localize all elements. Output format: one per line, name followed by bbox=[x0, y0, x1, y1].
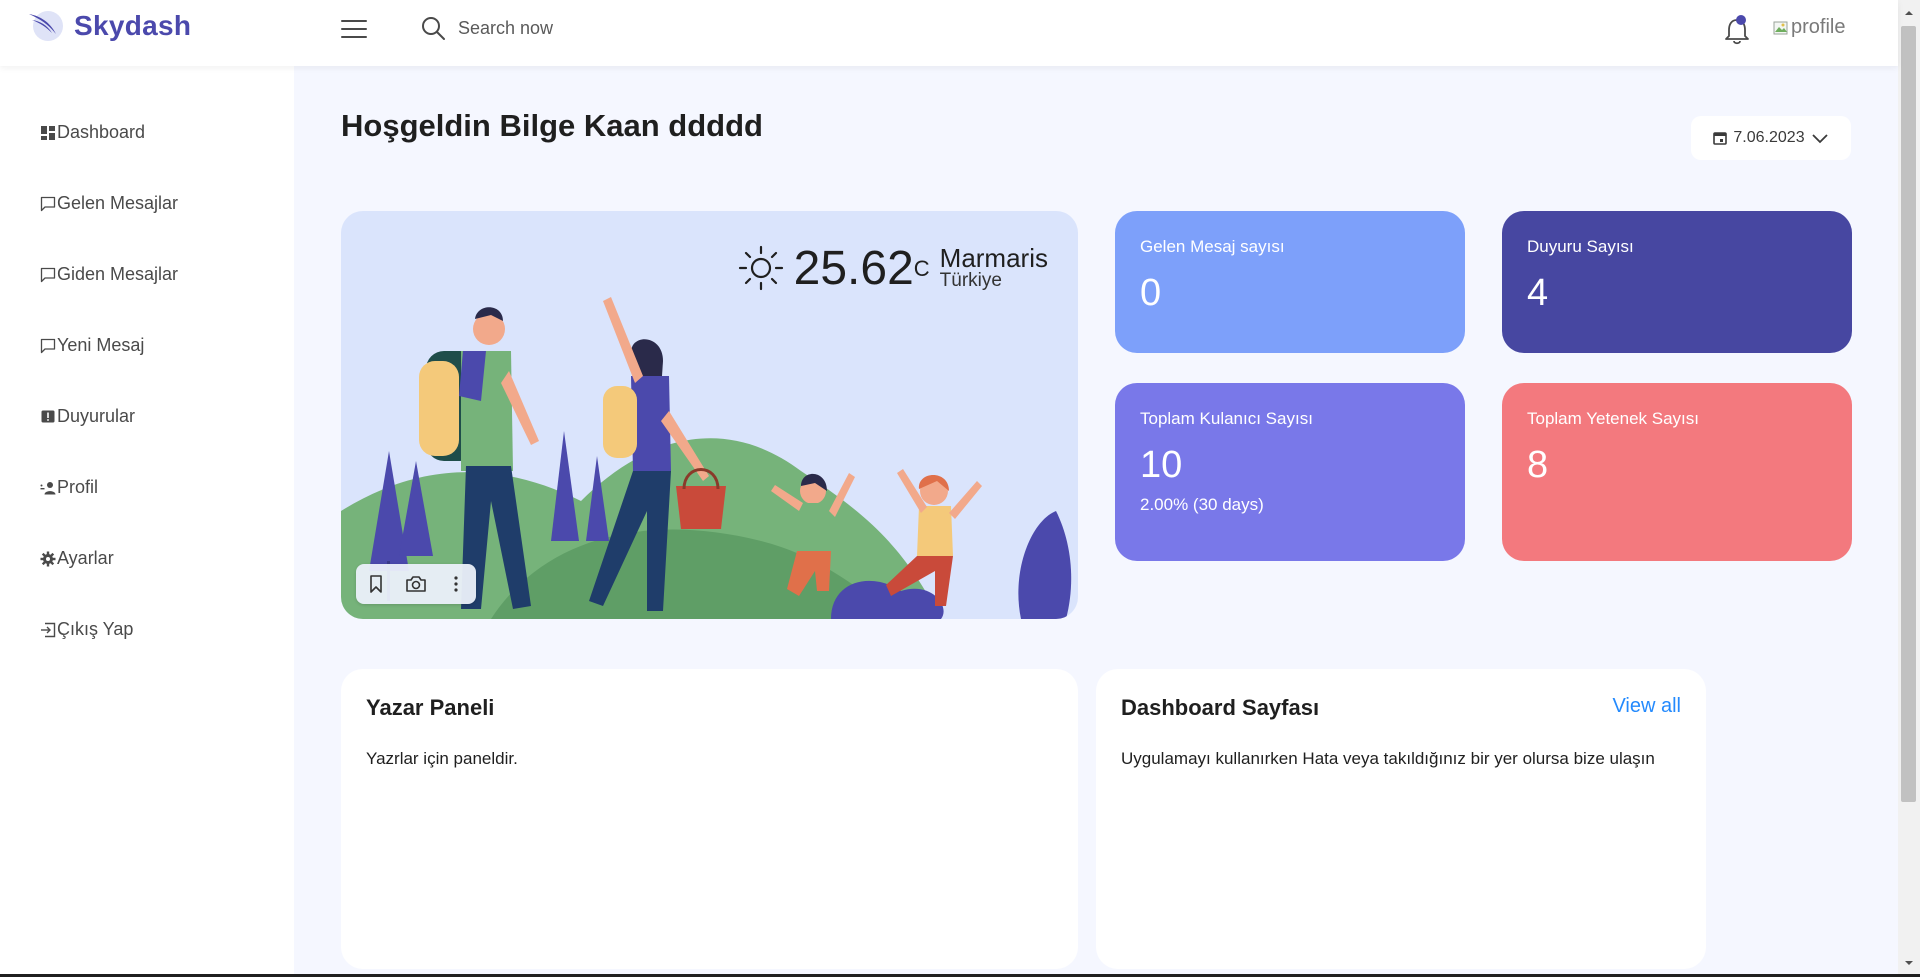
sidebar-item-label: Giden Mesajlar bbox=[57, 264, 179, 284]
page-title: Hoşgeldin Bilge Kaan ddddd bbox=[341, 108, 763, 143]
message-icon bbox=[40, 267, 56, 282]
stat-card-announcements: Duyuru Sayısı 4 bbox=[1502, 211, 1852, 353]
image-toolbar bbox=[356, 564, 476, 604]
stat-card-incoming-messages: Gelen Mesaj sayısı 0 bbox=[1115, 211, 1465, 353]
sidebar-item-cikis-yap[interactable]: Çıkış Yap bbox=[40, 619, 133, 640]
stat-card-total-skills: Toplam Yetenek Sayısı 8 bbox=[1502, 383, 1852, 561]
weather-hero-card: 25.62C Marmaris Türkiye bbox=[341, 211, 1078, 619]
scrollbar-thumb[interactable] bbox=[1901, 26, 1916, 802]
menu-icon-line bbox=[341, 20, 367, 22]
sidebar-item-label: Yeni Mesaj bbox=[57, 335, 145, 355]
stat-subtext: 2.00% (30 days) bbox=[1140, 495, 1264, 514]
temperature: 25.62C bbox=[794, 245, 930, 293]
bell-icon[interactable] bbox=[1723, 14, 1751, 46]
sidebar-item-label: Profil bbox=[57, 477, 99, 497]
weather-location: Marmaris Türkiye bbox=[940, 245, 1048, 291]
sidebar-item-label: Dashboard bbox=[57, 122, 146, 142]
sidebar-item-label: Ayarlar bbox=[57, 548, 114, 568]
menu-icon-line bbox=[341, 36, 367, 38]
stat-label: Toplam Kulanıcı Sayısı bbox=[1140, 409, 1313, 428]
date-value: 7.06.2023 bbox=[1733, 129, 1805, 146]
logout-icon bbox=[41, 622, 56, 637]
stat-value: 4 bbox=[1527, 272, 1549, 314]
sidebar-item-ayarlar[interactable]: Ayarlar bbox=[40, 548, 114, 569]
scroll-up-arrow-icon[interactable] bbox=[1904, 8, 1914, 18]
menu-icon-line bbox=[341, 28, 367, 30]
sidebar-item-label: Çıkış Yap bbox=[57, 619, 134, 639]
brand-name: Skydash bbox=[74, 10, 192, 41]
weather-country: Türkiye bbox=[939, 270, 1002, 291]
page-scrollbar[interactable] bbox=[1898, 0, 1920, 977]
sidebar-item-gelen-mesajlar[interactable]: Gelen Mesajlar bbox=[40, 193, 178, 214]
sidebar-item-label: Duyurular bbox=[57, 406, 136, 426]
sidebar-item-dashboard[interactable]: Dashboard bbox=[40, 122, 145, 143]
stat-label: Gelen Mesaj sayısı bbox=[1140, 237, 1285, 256]
message-icon bbox=[40, 196, 56, 211]
search-bar bbox=[420, 15, 678, 41]
stat-card-total-users: Toplam Kulanıcı Sayısı 10 2.00% (30 days… bbox=[1115, 383, 1465, 561]
message-icon bbox=[40, 338, 56, 353]
brand-logo-link[interactable]: Skydash bbox=[26, 8, 191, 44]
card-title: Dashboard Sayfası bbox=[1121, 695, 1320, 720]
sidebar-item-giden-mesajlar[interactable]: Giden Mesajlar bbox=[40, 264, 178, 285]
author-panel-card: Yazar Paneli Yazrlar için paneldir. bbox=[341, 669, 1078, 969]
weather-widget: 25.62C Marmaris Türkiye bbox=[738, 245, 1048, 293]
chevron-down-icon bbox=[1811, 134, 1828, 144]
dashboard-page-card: Dashboard Sayfası View all Uygulamayı ku… bbox=[1096, 669, 1706, 969]
search-input[interactable] bbox=[458, 17, 678, 39]
date-picker-button[interactable]: 7.06.2023 bbox=[1691, 116, 1851, 160]
stat-value: 0 bbox=[1140, 272, 1162, 314]
sidebar-item-profil[interactable]: Profil bbox=[40, 477, 98, 498]
sidebar-item-duyurular[interactable]: Duyurular bbox=[40, 406, 135, 427]
user-icon bbox=[40, 481, 56, 494]
alert-icon bbox=[41, 410, 55, 422]
weather-city: Marmaris bbox=[939, 243, 1048, 273]
temperature-value: 25.62 bbox=[793, 242, 914, 295]
search-icon[interactable] bbox=[420, 15, 446, 41]
more-options-icon[interactable] bbox=[442, 570, 470, 598]
stat-value: 8 bbox=[1527, 444, 1549, 486]
bookmark-icon[interactable] bbox=[362, 570, 390, 598]
card-description: Yazrlar için paneldir. bbox=[366, 749, 518, 768]
card-description: Uygulamayı kullanırken Hata veya takıldı… bbox=[1121, 749, 1655, 768]
scroll-down-arrow-icon[interactable] bbox=[1904, 958, 1914, 968]
broken-image-icon bbox=[1773, 21, 1788, 34]
temperature-unit: C bbox=[913, 256, 930, 281]
top-navbar: Skydash profile bbox=[0, 0, 1898, 66]
stat-value: 10 bbox=[1140, 444, 1183, 486]
profile-avatar[interactable]: profile bbox=[1773, 16, 1845, 39]
gear-icon bbox=[40, 551, 56, 566]
sun-icon bbox=[738, 245, 783, 291]
profile-alt-text: profile bbox=[1791, 16, 1846, 38]
calendar-icon bbox=[1713, 132, 1728, 145]
stat-label: Duyuru Sayısı bbox=[1527, 237, 1634, 256]
sidebar: Dashboard Gelen Mesajlar Giden Mesajlar … bbox=[0, 66, 294, 977]
camera-icon[interactable] bbox=[402, 570, 430, 598]
menu-toggle-button[interactable] bbox=[341, 20, 367, 44]
sidebar-item-yeni-mesaj[interactable]: Yeni Mesaj bbox=[40, 335, 144, 356]
view-all-link[interactable]: View all bbox=[1612, 695, 1681, 718]
dashboard-icon bbox=[41, 125, 55, 140]
sidebar-item-label: Gelen Mesajlar bbox=[57, 193, 179, 213]
brand-logo-icon bbox=[29, 11, 63, 41]
stat-label: Toplam Yetenek Sayısı bbox=[1527, 409, 1700, 428]
card-title: Yazar Paneli bbox=[366, 695, 495, 720]
